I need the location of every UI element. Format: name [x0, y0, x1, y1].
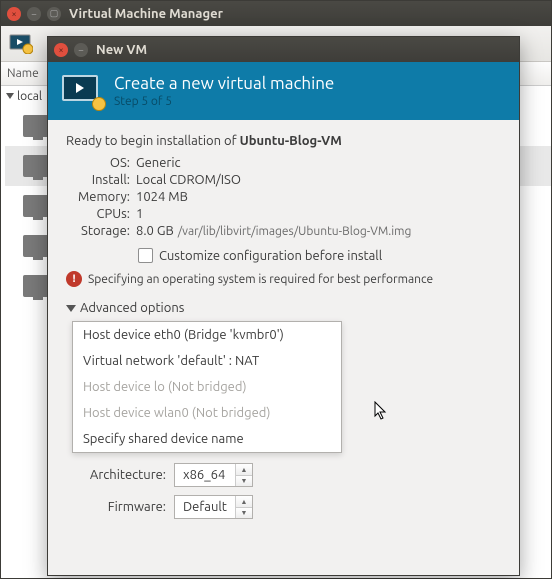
- spinner-up-icon[interactable]: ▲: [236, 496, 252, 507]
- firmware-value: Default: [175, 500, 235, 514]
- dropdown-option[interactable]: Host device eth0 (Bridge 'kvmbr0'): [73, 322, 341, 348]
- close-icon[interactable]: ×: [7, 7, 21, 21]
- window-title: Virtual Machine Manager: [69, 7, 223, 21]
- os-value: Generic: [136, 156, 181, 170]
- arch-label: Architecture:: [66, 468, 166, 482]
- customize-label: Customize configuration before install: [159, 249, 382, 263]
- network-dropdown-list[interactable]: Host device eth0 (Bridge 'kvmbr0') Virtu…: [72, 321, 342, 453]
- dropdown-option: Host device wlan0 (Not bridged): [73, 400, 341, 426]
- window-controls: × – ▢: [7, 7, 61, 21]
- close-icon[interactable]: ×: [54, 43, 68, 57]
- dialog-body: Ready to begin installation of Ubuntu-Bl…: [48, 120, 519, 537]
- warning-row: ! Specifying an operating system is requ…: [66, 271, 501, 287]
- dropdown-option[interactable]: Specify shared device name: [73, 426, 341, 452]
- dialog-header-title: Create a new virtual machine: [114, 74, 334, 93]
- customize-checkbox[interactable]: [138, 248, 153, 263]
- spinner-down-icon[interactable]: ▼: [236, 475, 252, 486]
- window-controls: × –: [54, 43, 88, 57]
- ready-prefix: Ready to begin installation of: [66, 134, 240, 148]
- storage-label: Storage:: [66, 224, 130, 238]
- os-label: OS:: [66, 156, 130, 170]
- dropdown-option: Host device lo (Not bridged): [73, 374, 341, 400]
- warning-text: Specifying an operating system is requir…: [88, 273, 433, 286]
- new-badge-icon: [92, 97, 106, 111]
- firmware-select[interactable]: Default ▲▼: [174, 495, 253, 519]
- install-label: Install:: [66, 173, 130, 187]
- maximize-icon[interactable]: ▢: [47, 7, 61, 21]
- warning-icon: !: [66, 271, 82, 287]
- step-indicator: Step 5 of 5: [114, 95, 334, 108]
- storage-path: /var/lib/libvirt/images/Ubuntu-Blog-VM.i…: [178, 225, 412, 238]
- main-titlebar[interactable]: × – ▢ Virtual Machine Manager: [1, 1, 551, 26]
- cpus-value: 1: [136, 207, 143, 221]
- new-vm-button[interactable]: [7, 30, 35, 58]
- expander-icon[interactable]: [5, 91, 15, 101]
- spinner-down-icon[interactable]: ▼: [236, 507, 252, 518]
- arch-select[interactable]: x86_64 ▲▼: [174, 463, 253, 487]
- advanced-toggle[interactable]: Advanced options: [66, 301, 501, 315]
- minimize-icon[interactable]: –: [74, 43, 88, 57]
- firmware-label: Firmware:: [66, 500, 166, 514]
- dialog-titlebar[interactable]: × – New VM: [48, 37, 519, 62]
- install-value: Local CDROM/ISO: [136, 173, 241, 187]
- tree-host-label: local: [17, 90, 42, 103]
- monitor-icon: [9, 34, 33, 54]
- dialog-title: New VM: [96, 43, 147, 57]
- spinner-up-icon[interactable]: ▲: [236, 464, 252, 475]
- storage-value: 8.0 GB/var/lib/libvirt/images/Ubuntu-Blo…: [136, 224, 411, 238]
- monitor-icon: [62, 75, 98, 101]
- ready-text: Ready to begin installation of Ubuntu-Bl…: [66, 134, 501, 148]
- dropdown-option[interactable]: Virtual network 'default' : NAT: [73, 348, 341, 374]
- dialog-header-icon: [62, 75, 102, 107]
- minimize-icon[interactable]: –: [27, 7, 41, 21]
- chevron-down-icon: [66, 305, 76, 312]
- customize-row: Customize configuration before install: [138, 248, 501, 263]
- cpus-label: CPUs:: [66, 207, 130, 221]
- play-icon: [76, 83, 84, 93]
- advanced-label: Advanced options: [80, 301, 184, 315]
- arch-value: x86_64: [175, 468, 235, 482]
- memory-label: Memory:: [66, 190, 130, 204]
- vm-name: Ubuntu-Blog-VM: [240, 134, 342, 148]
- memory-value: 1024 MB: [136, 190, 188, 204]
- new-vm-dialog: × – New VM Create a new virtual machine …: [47, 36, 520, 576]
- dialog-header: Create a new virtual machine Step 5 of 5: [48, 62, 519, 120]
